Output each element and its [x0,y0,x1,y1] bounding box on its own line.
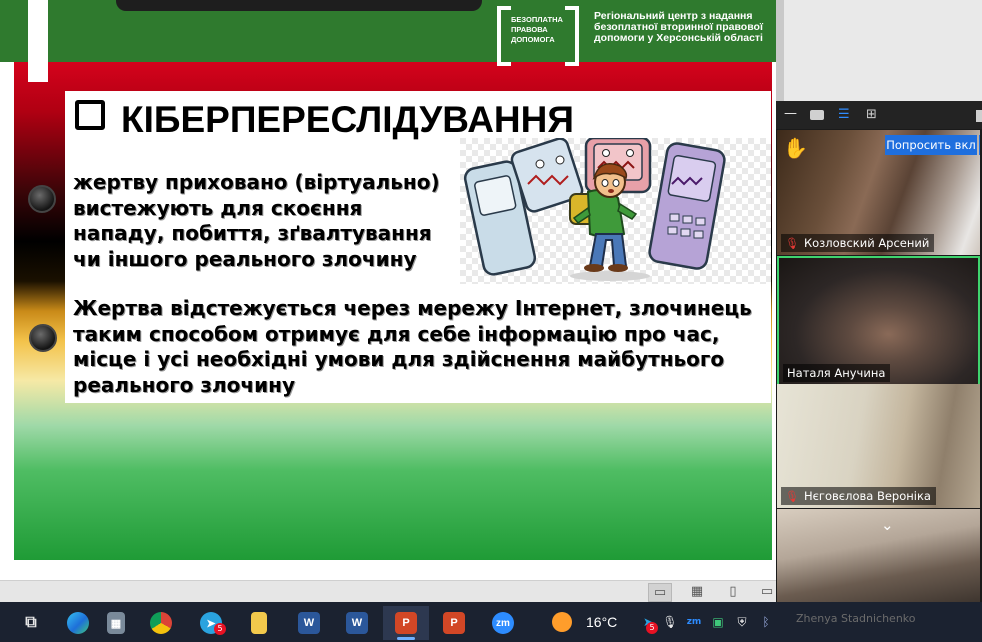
checkbox-bullet-icon [75,100,105,130]
slide-header-white-bar [28,0,48,82]
center-name: Регіональний центр з надання безоплатної… [594,10,763,44]
cyberstalking-illustration [460,138,771,284]
reading-view-button[interactable]: ▯ [722,583,744,600]
participant-name-tag: 🎙 Нєговєлова Вероніка [781,487,936,505]
slide-bottom-margin [0,560,776,580]
sun-icon [552,612,572,632]
security-tray-icon[interactable]: ⛨ [734,614,750,630]
zoom-button[interactable]: zm [480,606,526,640]
zoom-icon: zm [492,612,514,634]
bullet-dot-upper [28,185,56,213]
slide-sorter-icon: ▦ [690,584,704,599]
powerpoint-status-bar: ▭ ▦ ▯ ▭ [0,580,776,603]
edge-icon [67,612,89,634]
ask-unmute-button-edge[interactable] [979,135,980,155]
microphone-tray-icon[interactable]: 🎙 [662,614,678,630]
bullet-dot-lower [29,324,57,352]
calculator-button[interactable]: ▦ [93,606,139,640]
powerpoint-icon: P [443,612,465,634]
chrome-button[interactable] [138,606,184,640]
normal-view-icon: ▭ [653,585,667,600]
powerpoint-button-active[interactable]: P [383,606,429,640]
chrome-icon [150,612,172,634]
weather-widget[interactable]: 16°C [552,609,617,635]
minimize-icon[interactable]: — [784,107,797,121]
gallery-view-icon[interactable]: ⊞ [866,108,877,122]
paragraph-definition: жертву приховано (віртуально) вистежують… [73,170,440,271]
bluetooth-tray-icon[interactable]: ᛒ [758,614,774,630]
tray-badge: 5 [646,622,658,634]
logo-text: БЕЗОПЛАТНА ПРАВОВА ДОПОМОГА [511,15,563,44]
participant-tile-active-speaker[interactable]: Наталя Анучина [777,256,980,387]
participant-name-partial: Zhenya Stadnichenko [796,612,916,625]
telegram-button[interactable]: ➤ 5 [188,606,234,640]
reading-view-icon: ▯ [729,584,737,599]
slide-title-text: КІБЕРПЕРЕСЛІДУВАННЯ [121,99,574,140]
word-icon: W [346,612,368,634]
green-tray-icon[interactable]: ▣ [710,614,726,630]
slide-sorter-button[interactable]: ▦ [686,583,708,600]
participant-name: Наталя Анучина [787,366,886,380]
slide-title: КІБЕРПЕРЕСЛІДУВАННЯ [75,99,574,141]
zoom-panel-toolbar: — ☰ ⊞ [776,101,982,129]
slide-content-box: КІБЕРПЕРЕСЛІДУВАННЯ жертву приховано (ві… [65,91,771,403]
legal-aid-logo: БЕЗОПЛАТНА ПРАВОВА ДОПОМОГА [497,6,579,66]
participant-tile-3[interactable]: 🎙 Нєговєлова Вероніка [777,384,980,508]
telegram-badge: 5 [214,623,226,635]
folder-icon [251,612,267,634]
powerpoint-button-2[interactable]: P [431,606,477,640]
weather-temperature: 16°C [586,614,618,630]
participant-name-tag: Наталя Анучина [783,364,891,382]
mic-muted-icon: 🎙 [785,237,799,250]
paragraph-explanation: Жертва відстежується через мережу Інтерн… [73,296,752,397]
slide-left-edge [0,62,14,560]
participant-name: Козловский Арсений [803,236,930,250]
strip-view-icon[interactable]: ☰ [838,108,852,122]
word-icon: W [298,612,320,634]
powerpoint-icon: P [395,612,417,634]
word-button-2[interactable]: W [334,606,380,640]
raise-hand-icon: ✋ [783,136,808,160]
zoom-video-panel: — ☰ ⊞ ✋ Попросить вкл 🎙 Козловский Арсени… [776,101,982,620]
slideshow-icon: ▭ [760,584,774,599]
word-button-1[interactable]: W [286,606,332,640]
normal-view-button[interactable]: ▭ [648,583,672,602]
slide-header-dark-shape [116,0,482,11]
mic-muted-icon: 🎙 [785,490,799,503]
file-explorer-button[interactable] [236,606,282,640]
calculator-icon: ▦ [107,612,125,634]
participant-name-tag: 🎙 Козловский Арсений [781,234,935,252]
speaker-view-icon[interactable] [810,110,824,120]
participant-name: Нєговєлова Вероніка [803,489,931,503]
panel-edge-icon [976,110,982,122]
slideshow-button[interactable]: ▭ [756,583,778,600]
presentation-slide: БЕЗОПЛАТНА ПРАВОВА ДОПОМОГА Регіональний… [0,0,776,580]
ask-unmute-button[interactable]: Попросить вкл [885,135,977,155]
zoom-tray-icon[interactable]: zm [686,614,702,630]
task-view-icon: ⧉ [25,614,37,631]
logo-bracket-left [497,6,511,66]
task-view-button[interactable]: ⧉ [8,606,54,640]
chevron-down-icon[interactable]: ⌄ [881,516,894,534]
participant-tile-1[interactable]: ✋ Попросить вкл 🎙 Козловский Арсений [777,130,980,255]
